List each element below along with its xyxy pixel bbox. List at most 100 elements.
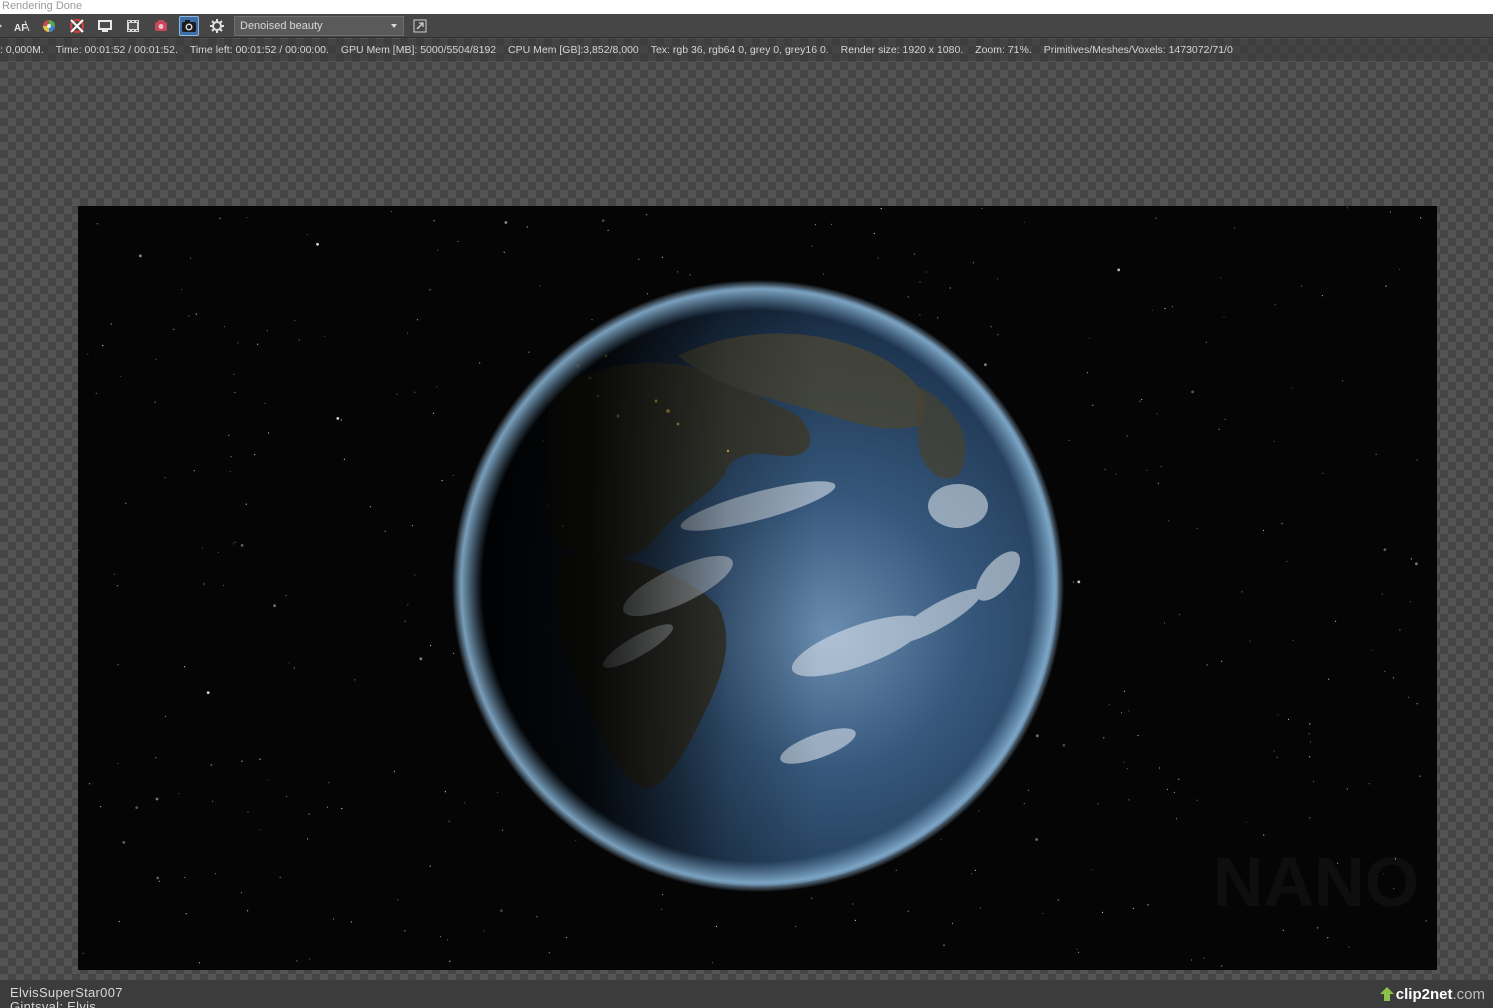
star (1103, 737, 1105, 739)
star (1419, 775, 1421, 777)
star (1263, 834, 1265, 836)
film-icon[interactable] (123, 16, 143, 36)
star (1156, 413, 1158, 415)
star (158, 880, 160, 882)
nav-arrow-icon[interactable] (0, 16, 4, 36)
star (457, 240, 459, 243)
star (528, 351, 530, 353)
star (1385, 285, 1387, 287)
clip2net-logo[interactable]: clip2net .com (1378, 984, 1485, 1004)
star (479, 362, 481, 364)
star (1309, 741, 1312, 743)
star (430, 644, 432, 647)
star (267, 779, 269, 781)
region-select-icon[interactable] (67, 16, 87, 36)
star (895, 869, 897, 871)
star (1425, 920, 1427, 922)
logo-suffix: .com (1452, 985, 1485, 1003)
star (219, 217, 221, 219)
star (212, 800, 214, 802)
star (259, 829, 261, 831)
star (184, 666, 186, 668)
star (1178, 613, 1180, 616)
star (266, 330, 268, 332)
star (1368, 783, 1370, 785)
star (441, 480, 443, 482)
camera-icon[interactable] (179, 16, 199, 36)
star (1159, 767, 1161, 769)
star (116, 585, 118, 587)
star (181, 289, 183, 291)
star (880, 208, 882, 210)
star (1175, 818, 1177, 820)
star (88, 783, 91, 785)
star (831, 223, 833, 225)
star (1241, 591, 1243, 593)
display-icon[interactable] (95, 16, 115, 36)
star (1206, 664, 1208, 666)
star (1190, 959, 1193, 961)
star (173, 328, 175, 330)
star (439, 936, 442, 938)
star (715, 925, 718, 928)
star (689, 274, 691, 276)
star (1313, 780, 1315, 783)
star (483, 930, 485, 932)
star (190, 257, 192, 259)
star (1155, 217, 1157, 219)
star (1220, 277, 1222, 279)
save-render-icon[interactable] (151, 16, 171, 36)
star (565, 937, 567, 939)
star (407, 332, 409, 334)
star (448, 820, 450, 822)
star (1023, 221, 1025, 223)
star (164, 715, 166, 718)
star (646, 214, 648, 216)
star (907, 296, 909, 298)
render-pass-select[interactable]: Denoised beauty (234, 16, 404, 36)
star (1168, 520, 1170, 522)
af-icon[interactable]: AF (12, 16, 32, 36)
star (324, 335, 326, 337)
star (155, 757, 157, 759)
star (646, 293, 649, 295)
star (113, 573, 115, 575)
star (1076, 948, 1078, 950)
star (407, 604, 409, 606)
star (246, 217, 248, 219)
star (185, 913, 187, 915)
star (257, 343, 259, 345)
star (100, 806, 102, 808)
star (201, 547, 203, 549)
star (1281, 523, 1283, 525)
star (464, 802, 466, 804)
star (1042, 912, 1044, 915)
settings-gear-icon[interactable] (207, 16, 227, 36)
star (1128, 799, 1130, 801)
earth-globe-render: NANO (78, 207, 1427, 967)
star (539, 285, 541, 287)
color-wheel-icon[interactable] (39, 16, 59, 36)
star (393, 770, 395, 772)
star (997, 334, 999, 336)
star (1342, 380, 1344, 382)
expand-icon[interactable] (410, 16, 430, 36)
star (1416, 703, 1418, 705)
star (188, 315, 190, 317)
star (206, 691, 210, 694)
star (195, 313, 197, 315)
star (913, 253, 916, 255)
star (1317, 927, 1319, 929)
star (1088, 337, 1091, 339)
star (1346, 207, 1348, 209)
star (972, 262, 975, 264)
star (233, 373, 235, 375)
star (1335, 620, 1337, 622)
username: ElvisSuperStar007 (10, 985, 123, 1000)
star (1171, 306, 1173, 308)
star (1309, 756, 1311, 758)
star (432, 412, 435, 414)
render-viewport[interactable]: NANO : 0,000M. Time: 00:01:52 / 00:01:52… (0, 38, 1493, 980)
star (285, 595, 287, 597)
star (437, 249, 439, 251)
